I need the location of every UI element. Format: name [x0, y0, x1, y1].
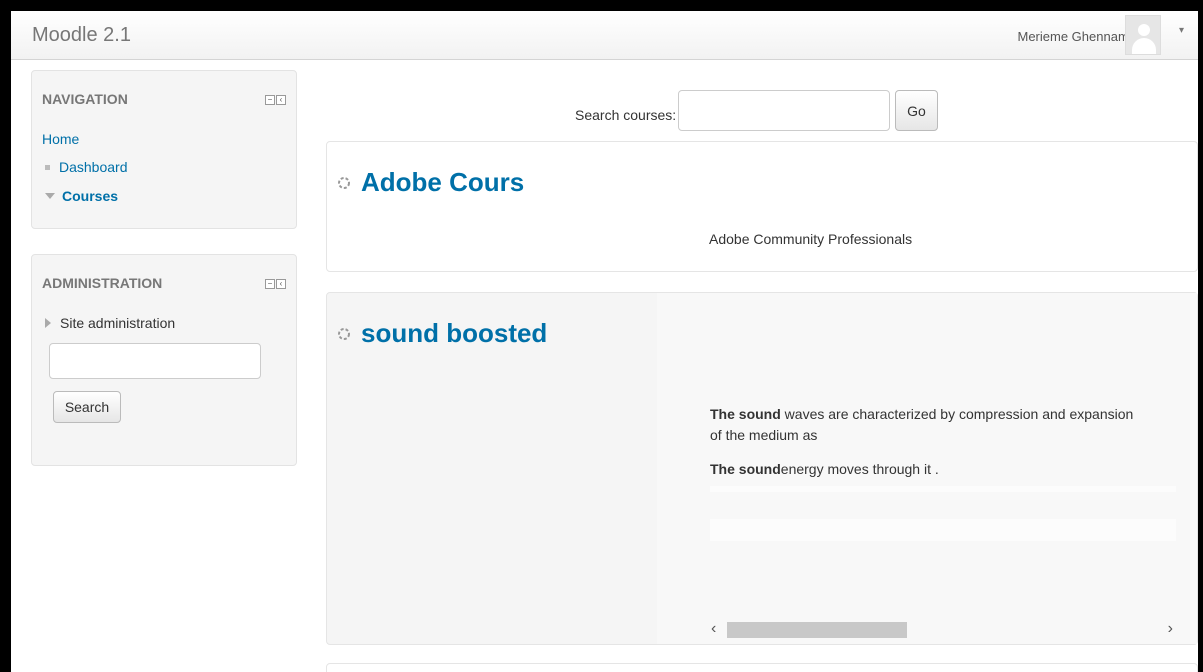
- admin-search-button[interactable]: Search: [53, 391, 121, 423]
- course-title-text: Adobe Cours: [361, 167, 525, 197]
- course-summary-line: of the medium as: [710, 427, 818, 443]
- administration-title: ADMINISTRATION: [42, 275, 163, 291]
- dock-block-icon[interactable]: ‹: [276, 95, 286, 105]
- horizontal-scrollbar[interactable]: ‹ ›: [709, 620, 1175, 639]
- go-button[interactable]: Go: [895, 90, 938, 131]
- user-menu-caret-icon[interactable]: ▾: [1179, 25, 1184, 36]
- site-administration-label: Site administration: [60, 315, 176, 331]
- course-title-text: sound boosted: [361, 318, 548, 348]
- nav-item-dashboard[interactable]: Dashboard: [45, 159, 128, 175]
- expanded-arrow-icon: [45, 193, 55, 199]
- site-administration-item[interactable]: Site administration: [45, 315, 175, 331]
- summary-divider: [710, 519, 1176, 541]
- nav-item-label: Dashboard: [59, 159, 128, 175]
- course-summary: Adobe Community Professionals: [709, 231, 913, 247]
- summary-divider: [710, 486, 1176, 492]
- user-name[interactable]: Merieme Ghenname: [1018, 29, 1137, 44]
- nav-home-link[interactable]: Home: [42, 131, 79, 147]
- course-box-sound: sound boosted The sound waves are charac…: [326, 292, 1198, 645]
- collapse-block-icon[interactable]: −: [265, 279, 275, 289]
- course-summary-line: The sound waves are characterized by com…: [710, 406, 1134, 422]
- course-title[interactable]: sound boosted: [337, 318, 547, 349]
- course-icon: [338, 176, 350, 189]
- navigation-title: NAVIGATION: [42, 91, 128, 107]
- nav-item-courses[interactable]: Courses: [45, 188, 118, 204]
- course-box-adobe: Adobe Cours Adobe Community Professional…: [326, 141, 1198, 272]
- avatar-head-icon: [1138, 24, 1150, 36]
- dock-block-icon[interactable]: ‹: [276, 279, 286, 289]
- avatar-body-icon: [1132, 38, 1156, 54]
- collapsed-arrow-icon: [45, 318, 51, 328]
- course-title[interactable]: Adobe Cours: [337, 167, 524, 198]
- administration-block: ADMINISTRATION − ‹ Site administration S…: [31, 254, 297, 466]
- browser-frame: Moodle 2.1 Merieme Ghenname ▾ NAVIGATION…: [0, 0, 1203, 672]
- course-icon: [338, 327, 350, 340]
- top-navbar: Moodle 2.1 Merieme Ghenname ▾: [11, 11, 1198, 60]
- nav-item-label: Courses: [62, 188, 119, 204]
- navigation-block-controls: − ‹: [265, 95, 286, 105]
- search-courses-label: Search courses:: [575, 107, 677, 123]
- search-courses-input[interactable]: [678, 90, 890, 131]
- scroll-left-icon[interactable]: ‹: [711, 620, 716, 638]
- collapse-block-icon[interactable]: −: [265, 95, 275, 105]
- course-box-next: [326, 663, 1198, 672]
- administration-block-controls: − ‹: [265, 279, 286, 289]
- site-brand[interactable]: Moodle 2.1: [32, 24, 131, 47]
- navigation-block: NAVIGATION − ‹ Home Dashboard Courses: [31, 70, 297, 229]
- admin-search-input[interactable]: [49, 343, 261, 379]
- scrollbar-thumb[interactable]: [727, 622, 907, 638]
- course-summary-line: The soundenergy moves through it .: [710, 461, 939, 477]
- bullet-icon: [45, 164, 50, 170]
- avatar[interactable]: [1125, 15, 1161, 55]
- scroll-right-icon[interactable]: ›: [1168, 620, 1173, 638]
